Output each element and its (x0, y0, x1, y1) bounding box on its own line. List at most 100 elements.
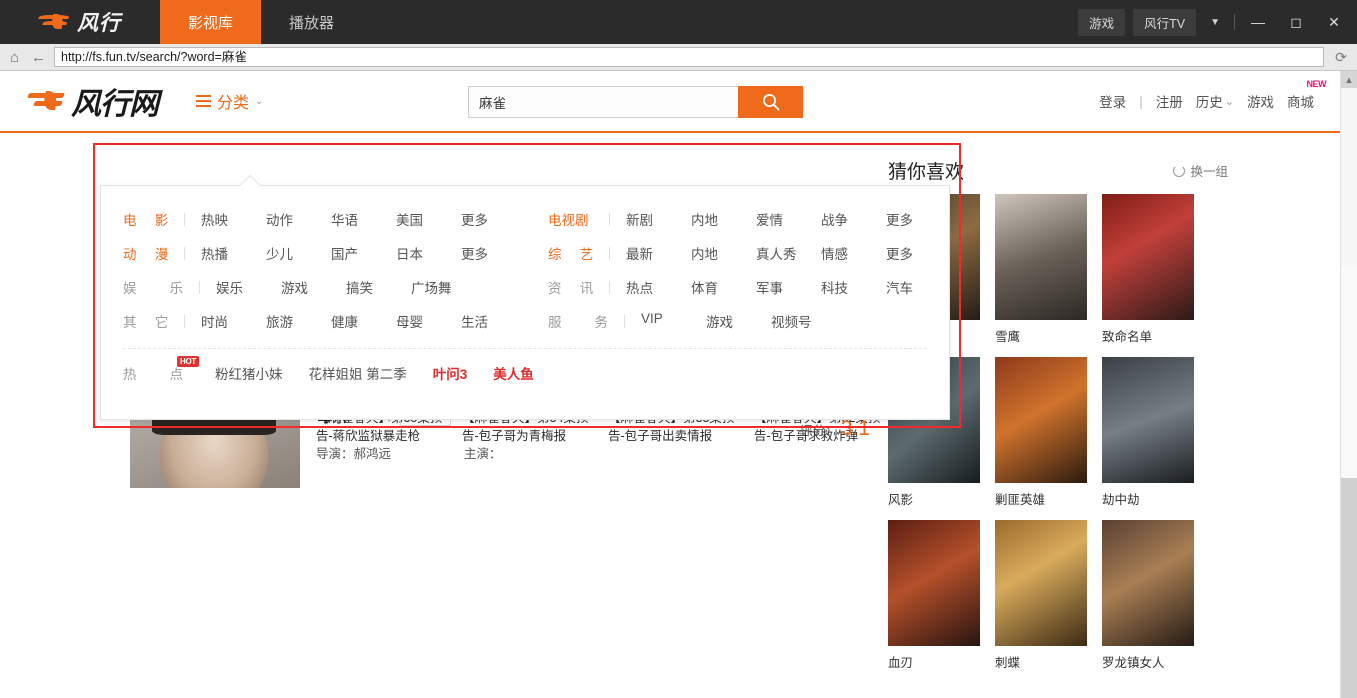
dropdown-link[interactable]: 军事 (756, 277, 821, 297)
dropdown-link[interactable]: 情感 (821, 243, 886, 263)
dropdown-link[interactable]: 广场舞 (411, 277, 476, 297)
scrollbar-thumb[interactable] (1341, 478, 1357, 698)
divider (609, 281, 610, 294)
dropdown-link[interactable]: 少儿 (266, 243, 331, 263)
divider (624, 315, 625, 328)
dropdown-link[interactable]: 最新 (626, 243, 691, 263)
dropdown-link[interactable]: 动作 (266, 209, 331, 229)
hot-topic-link[interactable]: 花样姐姐 第二季 (309, 363, 407, 383)
dropdown-link[interactable]: 健康 (331, 311, 396, 331)
minimize-button[interactable]: — (1243, 14, 1273, 30)
recommendation-item[interactable]: 雪鹰 (995, 194, 1087, 345)
dropdown-link[interactable]: 国产 (331, 243, 396, 263)
rating-value: 3.1 (841, 417, 870, 440)
dropdown-link[interactable]: 热映 (201, 209, 266, 229)
recommendation-item[interactable]: 罗龙镇女人 (1102, 520, 1194, 671)
dropdown-link[interactable]: 美国 (396, 209, 461, 229)
rating-label: 评分： (800, 424, 838, 438)
refresh-icon (1173, 165, 1185, 177)
history-link[interactable]: 历史 (1196, 91, 1234, 111)
dropdown-link[interactable]: 内地 (691, 209, 756, 229)
dropdown-head-entertainment-char1: 娱 (123, 277, 137, 297)
dropdown-head-tvseries[interactable]: 电视剧 (548, 209, 593, 229)
category-menu-button[interactable]: 分类 ⌄ (196, 89, 263, 113)
dropdown-link-more[interactable]: 更多 (886, 209, 951, 229)
dropdown-link[interactable]: 日本 (396, 243, 461, 263)
recommendation-item[interactable]: 剿匪英雄 (995, 357, 1087, 508)
chevron-down-icon: ⌄ (255, 96, 263, 107)
site-logo[interactable]: 风行网 (28, 79, 158, 123)
home-icon[interactable]: ⌂ (6, 49, 23, 66)
new-badge: NEW (1307, 79, 1327, 89)
search-button[interactable] (738, 86, 803, 118)
dropdown-head-variety[interactable]: 综艺 (548, 243, 593, 263)
refresh-recommendations-button[interactable]: 换一组 (1173, 161, 1228, 180)
login-link[interactable]: 登录 (1099, 91, 1126, 111)
dropdown-link[interactable]: 战争 (821, 209, 886, 229)
dropdown-link[interactable]: 游戏 (281, 277, 346, 297)
recommendation-item[interactable]: 刺蝶 (995, 520, 1087, 671)
dropdown-link-more[interactable]: 更多 (461, 209, 526, 229)
hot-topic-link[interactable]: 叶问3 (433, 363, 468, 383)
recommendation-item[interactable]: 血刃 (888, 520, 980, 671)
dropdown-link[interactable]: 新剧 (626, 209, 691, 229)
dropdown-head-other-char1: 其 (123, 311, 137, 331)
dropdown-head-entertainment[interactable]: 娱乐 (123, 277, 183, 297)
titlebar-games-button[interactable]: 游戏 (1078, 9, 1125, 36)
register-link[interactable]: 注册 (1156, 91, 1183, 111)
scroll-up-icon[interactable]: ▲ (1341, 71, 1357, 88)
dropdown-link[interactable]: 汽车 (886, 277, 951, 297)
back-icon[interactable]: ← (30, 49, 47, 66)
dropdown-link[interactable]: 娱乐 (216, 277, 281, 297)
dropdown-head-other[interactable]: 其它 (123, 311, 168, 331)
dropdown-link[interactable]: 热点 (626, 277, 691, 297)
dropdown-link[interactable]: 热播 (201, 243, 266, 263)
dropdown-head-news[interactable]: 资讯 (548, 277, 593, 297)
dropdown-link[interactable]: 内地 (691, 243, 756, 263)
recommendation-item[interactable]: 致命名单 (1102, 194, 1194, 345)
url-input[interactable]: http://fs.fun.tv/search/?word=麻雀 (54, 47, 1324, 67)
dropdown-link[interactable]: 生活 (461, 311, 526, 331)
hot-topics-list: 粉红猪小妹 花样姐姐 第二季 叶问3 美人鱼 (215, 363, 534, 383)
page-scrollbar[interactable]: ▲ (1340, 71, 1357, 698)
dropdown-link[interactable]: 旅游 (266, 311, 331, 331)
hot-label-char1: 热 (123, 363, 137, 383)
window-titlebar: 风行 影视库 播放器 游戏 风行TV ▼ — ◻ ✕ (0, 0, 1357, 44)
reload-icon[interactable]: ⟳ (1331, 49, 1351, 66)
hot-topic-link[interactable]: 粉红猪小妹 (215, 363, 283, 383)
dropdown-link[interactable]: 科技 (821, 277, 886, 297)
dropdown-row-movies: 电影 热映 动作 华语 美国 更多 (101, 202, 526, 236)
tab-video-library[interactable]: 影视库 (160, 0, 261, 44)
dropdown-link[interactable]: 母婴 (396, 311, 461, 331)
dropdown-link-more[interactable]: 更多 (461, 243, 526, 263)
mall-link[interactable]: 商城 NEW (1287, 91, 1314, 111)
divider (199, 281, 200, 294)
titlebar-fengxing-tv-button[interactable]: 风行TV (1133, 9, 1196, 36)
dropdown-column-left: 电影 热映 动作 华语 美国 更多 (101, 202, 526, 338)
dropdown-link[interactable]: 时尚 (201, 311, 266, 331)
dropdown-head-movies[interactable]: 电影 (123, 209, 168, 229)
close-button[interactable]: ✕ (1319, 14, 1349, 31)
dropdown-link[interactable]: 游戏 (706, 311, 771, 331)
games-link[interactable]: 游戏 (1247, 91, 1274, 111)
maximize-button[interactable]: ◻ (1281, 14, 1311, 31)
dropdown-link-vip[interactable]: VIP (641, 311, 706, 331)
search-input[interactable]: 麻雀 (468, 86, 738, 118)
dropdown-link[interactable]: 搞笑 (346, 277, 411, 297)
dropdown-link[interactable]: 视频号 (771, 311, 836, 331)
dropdown-head-service[interactable]: 服务 (548, 311, 608, 331)
dropdown-link[interactable]: 真人秀 (756, 243, 821, 263)
dropdown-link-more[interactable]: 更多 (886, 243, 951, 263)
tab-player[interactable]: 播放器 (261, 0, 362, 44)
dropdown-head-anime[interactable]: 动漫 (123, 243, 168, 263)
dropdown-head-news-char1: 资 (548, 277, 562, 297)
dropdown-link[interactable]: 爱情 (756, 209, 821, 229)
dropdown-link[interactable]: 体育 (691, 277, 756, 297)
application-window: 风行 影视库 播放器 游戏 风行TV ▼ — ◻ ✕ ⌂ ← http://fs… (0, 0, 1357, 698)
recommendation-item[interactable]: 劫中劫 (1102, 357, 1194, 508)
dropdown-link[interactable]: 华语 (331, 209, 396, 229)
dropdown-head-news-char2: 讯 (580, 277, 594, 297)
chevron-down-icon[interactable]: ▼ (1204, 17, 1226, 28)
director-name[interactable]: 郝鸿远 (354, 447, 392, 461)
hot-topic-link[interactable]: 美人鱼 (493, 363, 534, 383)
